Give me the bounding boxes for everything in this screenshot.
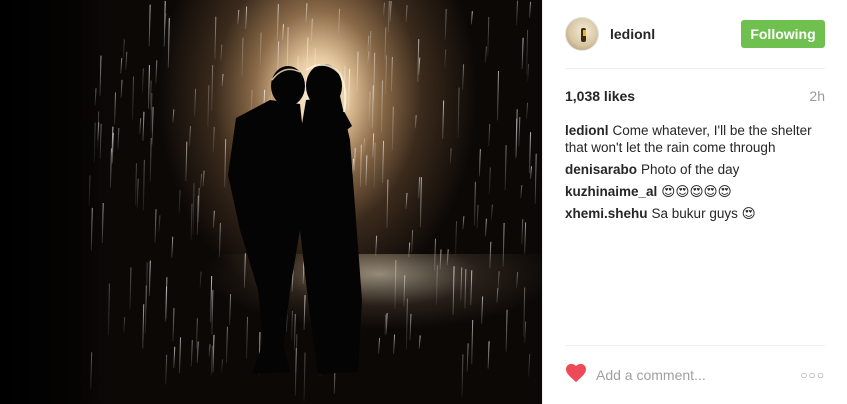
header-divider [565,68,825,69]
post-sidebar: ledionl Following 1,038 likes 2h ledionl… [542,0,847,404]
comment-bar: ○○○ [565,362,825,388]
avatar[interactable] [565,17,599,51]
comment-input[interactable] [596,367,776,383]
post-photo[interactable] [0,0,542,404]
comment-username[interactable]: kuzhinaime_al [565,184,657,199]
more-options-icon[interactable]: ○○○ [800,368,825,382]
likes-count[interactable]: 1,038 likes [565,88,635,104]
post-header: ledionl Following [565,14,847,54]
post-author-username[interactable]: ledionl [610,26,655,42]
post-timestamp[interactable]: 2h [809,88,825,104]
list-item: denisarabo Photo of the day [565,161,827,178]
caption: ledionl Come whatever, I'll be the shelte… [565,122,827,156]
comment-text: 😍😍😍😍😍 [661,184,732,199]
comment-username[interactable]: denisarabo [565,162,637,177]
footer-divider [565,345,825,346]
comment-text: Sa bukur guys 😍 [651,206,756,221]
following-button[interactable]: Following [741,20,825,48]
post-stats: 1,038 likes 2h [565,88,825,104]
comment-username[interactable]: xhemi.shehu [565,206,648,221]
comment-username[interactable]: ledionl [565,123,609,138]
photo-scene [88,0,537,402]
heart-icon[interactable] [565,363,587,388]
avatar-umbrella [583,30,586,36]
instagram-post: ledionl Following 1,038 likes 2h ledionl… [0,0,847,404]
list-item: xhemi.shehu Sa bukur guys 😍 [565,205,827,222]
comment-text: Photo of the day [641,162,740,177]
comment-list: ledionl Come whatever, I'll be the shelte… [565,122,827,227]
list-item: kuzhinaime_al 😍😍😍😍😍 [565,183,827,200]
